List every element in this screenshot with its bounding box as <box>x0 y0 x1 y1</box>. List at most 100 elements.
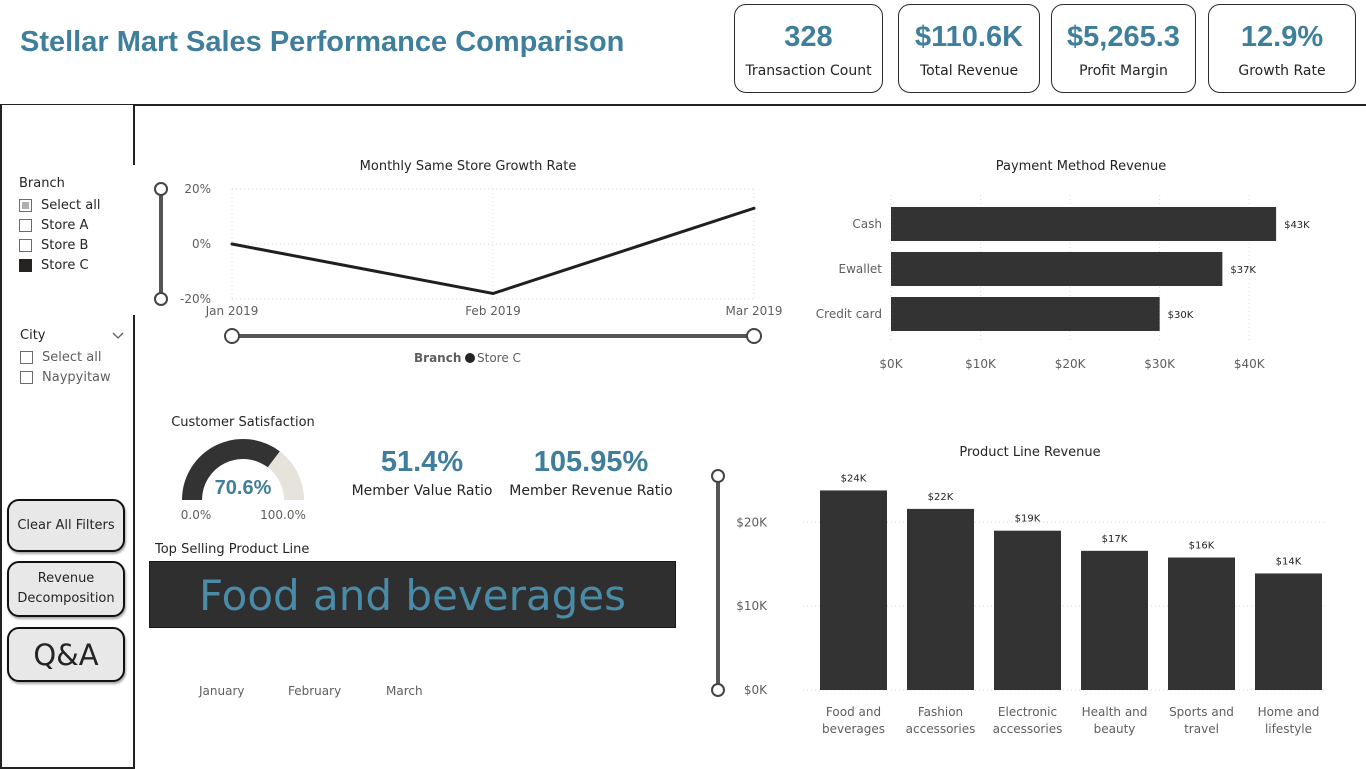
bar-credit-card <box>891 297 1160 331</box>
category-label-line-1: Health and <box>1082 705 1148 719</box>
qa-button[interactable]: Q&A <box>7 627 125 682</box>
checkbox[interactable] <box>19 198 32 212</box>
y-range-slider-handle-bottom[interactable] <box>154 292 168 306</box>
city-slicer-title: City <box>20 328 46 343</box>
member-revenue-ratio-label: Member Revenue Ratio <box>509 483 673 499</box>
option-label: Naypyitaw <box>42 369 111 385</box>
month-label-january[interactable]: January <box>199 684 245 698</box>
customer-satisfaction-gauge[interactable]: 70.6% 0.0% 100.0% <box>170 432 316 527</box>
x-tick-label: Jan 2019 <box>205 304 259 318</box>
y-tick-label: 0% <box>192 237 211 251</box>
product-line-bar-chart[interactable]: $0K $10K $20K $24K Food and beverages $22K Fash… <box>705 462 1345 762</box>
bar-health-and-beauty <box>1081 550 1148 690</box>
x-tick-label: Feb 2019 <box>465 304 521 318</box>
bar-fashion-accessories <box>907 508 974 690</box>
y-tick-label: $10K <box>736 599 768 613</box>
checkbox[interactable] <box>19 218 32 232</box>
revenue-decomposition-button[interactable]: Revenue Decomposition <box>7 561 125 617</box>
x-range-slider-handle-left[interactable] <box>224 328 240 344</box>
data-label: $19K <box>1015 514 1041 525</box>
category-label-line-1: Food and <box>826 705 881 719</box>
branch-option-store-c[interactable]: Store C <box>19 255 129 275</box>
category-label-line-1: Home and <box>1258 705 1320 719</box>
city-option-naypyitaw[interactable]: Naypyitaw <box>20 367 124 387</box>
branch-option-store-b[interactable]: Store B <box>19 235 129 255</box>
gauge-title: Customer Satisfaction <box>171 415 315 430</box>
button-label: Clear All Filters <box>17 518 115 533</box>
data-point <box>752 206 756 210</box>
x-range-slider-handle-right[interactable] <box>746 328 762 344</box>
y-range-slider-handle-bottom[interactable] <box>711 683 725 697</box>
y-tick-label: $20K <box>736 515 768 529</box>
legend-title: Branch <box>414 351 461 365</box>
chevron-down-icon[interactable] <box>112 332 124 340</box>
month-label-march[interactable]: March <box>386 684 423 698</box>
branch-option-store-a[interactable]: Store A <box>19 215 129 235</box>
data-label: $17K <box>1102 534 1128 545</box>
clear-all-filters-button[interactable]: Clear All Filters <box>7 499 125 552</box>
y-range-slider-handle-top[interactable] <box>154 182 168 196</box>
checkbox[interactable] <box>20 370 33 384</box>
legend-item-label: Store C <box>477 351 521 365</box>
growth-chart-title: Monthly Same Store Growth Rate <box>359 159 577 174</box>
branch-slicer: Branch Select all Store A Store B Store … <box>19 176 129 275</box>
gauge-max-label: 100.0% <box>260 508 306 522</box>
data-label: $30K <box>1168 310 1194 321</box>
member-value-ratio-card: 51.4% Member Value Ratio <box>342 446 502 499</box>
growth-rate-line-chart[interactable]: Branch Store C 20%0%-20%Jan 2019 Feb 2019… <box>145 175 805 375</box>
kpi-label: Growth Rate <box>1238 63 1326 79</box>
kpi-value: $110.6K <box>914 21 1024 53</box>
branch-slicer-title: Branch <box>19 176 65 191</box>
checkbox[interactable] <box>20 350 33 364</box>
kpi-card-profit-margin[interactable]: $5,265.3 Profit Margin <box>1051 4 1196 93</box>
city-slicer: City Select all Naypyitaw <box>20 328 124 387</box>
top-product-card: Food and beverages <box>149 561 676 628</box>
category-label-line-2: accessories <box>906 722 976 736</box>
legend-marker <box>465 353 475 363</box>
kpi-label: Profit Margin <box>1079 63 1168 79</box>
x-tick-label: $20K <box>1055 357 1087 371</box>
checkbox[interactable] <box>19 258 32 272</box>
category-label: Ewallet <box>838 262 882 276</box>
category-label-line-2: lifestyle <box>1265 722 1312 736</box>
kpi-card-total-revenue[interactable]: $110.6K Total Revenue <box>898 4 1040 93</box>
button-label: Q&A <box>33 637 99 672</box>
month-label-february[interactable]: February <box>288 684 341 698</box>
category-label-line-1: Sports and <box>1169 705 1234 719</box>
checkbox[interactable] <box>19 238 32 252</box>
kpi-card-transaction-count[interactable]: 328 Transaction Count <box>734 4 883 93</box>
bar-food-and-beverages <box>820 490 887 690</box>
product-line-chart-title: Product Line Revenue <box>959 445 1101 460</box>
bar-home-and-lifestyle <box>1255 573 1322 690</box>
category-label-line-2: travel <box>1184 722 1219 736</box>
x-tick-label: $40K <box>1234 357 1266 371</box>
category-label-line-2: accessories <box>993 722 1063 736</box>
sidebar-border-gap <box>133 165 135 315</box>
y-range-slider-handle-top[interactable] <box>711 469 725 483</box>
option-label: Store C <box>41 257 89 273</box>
x-tick-label: Mar 2019 <box>726 304 783 318</box>
city-option-select-all[interactable]: Select all <box>20 347 124 367</box>
x-tick-label: $30K <box>1144 357 1176 371</box>
data-point <box>491 292 495 295</box>
data-label: $14K <box>1276 556 1302 567</box>
option-label: Store B <box>41 237 89 253</box>
button-label-line-2: Decomposition <box>17 591 115 606</box>
kpi-value: $5,265.3 <box>1067 21 1180 53</box>
x-tick-label: $10K <box>965 357 997 371</box>
button-label-line-1: Revenue <box>37 571 95 586</box>
bar-electronic-accessories <box>994 530 1061 690</box>
gauge-value: 70.6% <box>215 477 272 499</box>
kpi-card-growth-rate[interactable]: 12.9% Growth Rate <box>1208 4 1356 93</box>
member-value-ratio-label: Member Value Ratio <box>351 483 493 499</box>
kpi-label: Transaction Count <box>745 63 872 79</box>
data-label: $37K <box>1230 265 1256 276</box>
payment-method-bar-chart[interactable]: $0K $10K $20K $30K $40K Cash $43K Ewallet $37K Cr… <box>805 185 1345 380</box>
category-label: Credit card <box>816 307 882 321</box>
data-label: $22K <box>928 492 954 503</box>
bar-cash <box>891 207 1277 241</box>
kpi-value: 328 <box>784 21 833 53</box>
branch-option-select-all[interactable]: Select all <box>19 195 129 215</box>
option-label: Select all <box>42 349 102 365</box>
data-label: $16K <box>1189 541 1215 552</box>
